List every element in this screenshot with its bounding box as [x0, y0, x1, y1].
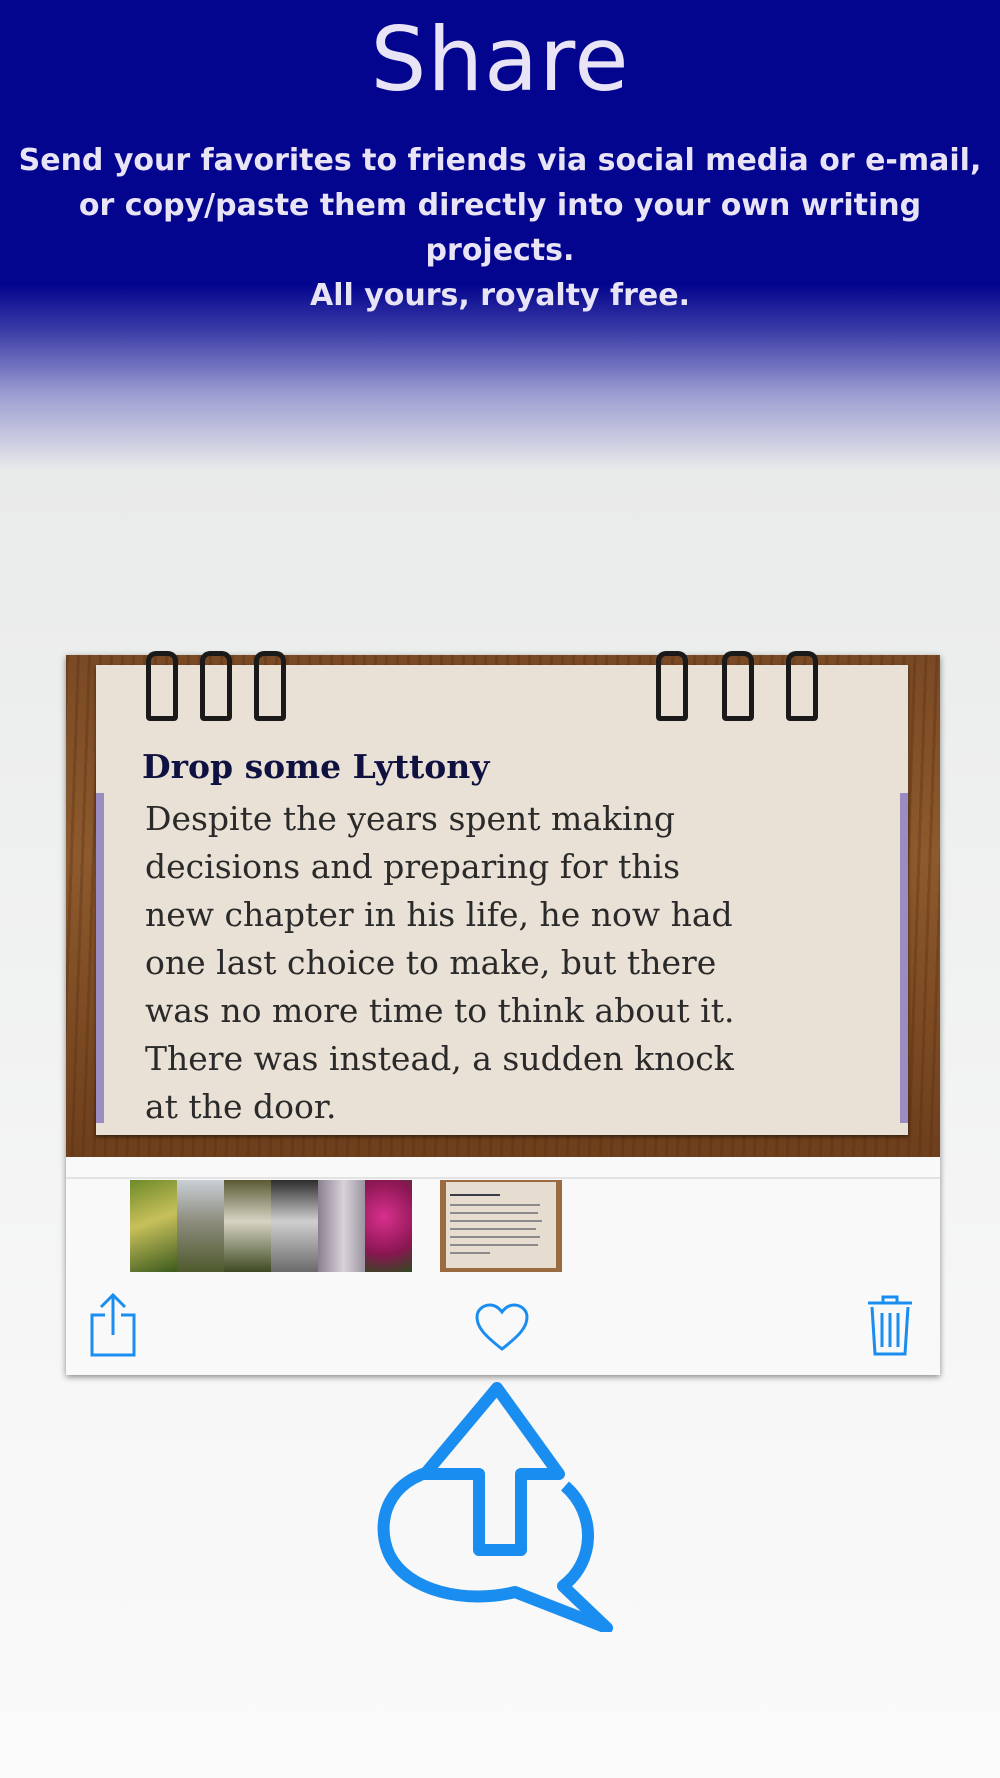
note-line: Despite the years spent making [145, 799, 675, 838]
note-line: one last choice to make, but there [145, 943, 717, 982]
wood-background: Drop some Lyttony Despite the years spen… [66, 651, 940, 1157]
share-button[interactable] [88, 1292, 138, 1361]
thumbnail[interactable] [318, 1180, 365, 1272]
notepad-card[interactable]: Drop some Lyttony Despite the years spen… [96, 651, 908, 1135]
heart-icon [475, 1303, 529, 1351]
note-line: decisions and preparing for this [145, 847, 681, 886]
thumbnail[interactable] [271, 1180, 318, 1272]
note-line: was no more time to think about it. [145, 991, 735, 1030]
thumbnail[interactable] [177, 1180, 224, 1272]
divider [66, 1177, 940, 1179]
subtitle-line: or copy/paste them directly into your ow… [78, 188, 922, 268]
subtitle: Send your favorites to friends via socia… [0, 138, 1000, 318]
favorite-button[interactable] [474, 1303, 530, 1357]
subtitle-line: Send your favorites to friends via socia… [18, 143, 982, 178]
spiral-ring [656, 651, 688, 721]
thumbnail[interactable] [224, 1180, 271, 1272]
thumbnail[interactable] [365, 1180, 412, 1272]
note-body: Despite the years spent making decisions… [145, 795, 885, 1131]
thumbnail[interactable] [130, 1180, 177, 1272]
note-line: There was instead, a sudden knock [145, 1039, 734, 1078]
app-screenshot: Drop some Lyttony Despite the years spen… [66, 651, 940, 1375]
share-icon [90, 1292, 136, 1357]
delete-button[interactable] [866, 1293, 914, 1361]
page-title: Share [370, 8, 630, 111]
note-line: new chapter in his life, he now had [145, 895, 733, 934]
trash-icon [868, 1295, 912, 1356]
note-title: Drop some Lyttony [142, 747, 490, 786]
share-arrow-icon [377, 1382, 613, 1632]
spiral-ring [200, 651, 232, 721]
spiral-ring [146, 651, 178, 721]
spiral-ring [786, 651, 818, 721]
note-line: at the door. [145, 1087, 337, 1126]
spiral-ring [722, 651, 754, 721]
spiral-ring [254, 651, 286, 721]
note-thumbnail[interactable] [440, 1180, 562, 1272]
photo-thumbnail-strip[interactable] [130, 1180, 412, 1272]
subtitle-line: All yours, royalty free. [309, 278, 690, 313]
